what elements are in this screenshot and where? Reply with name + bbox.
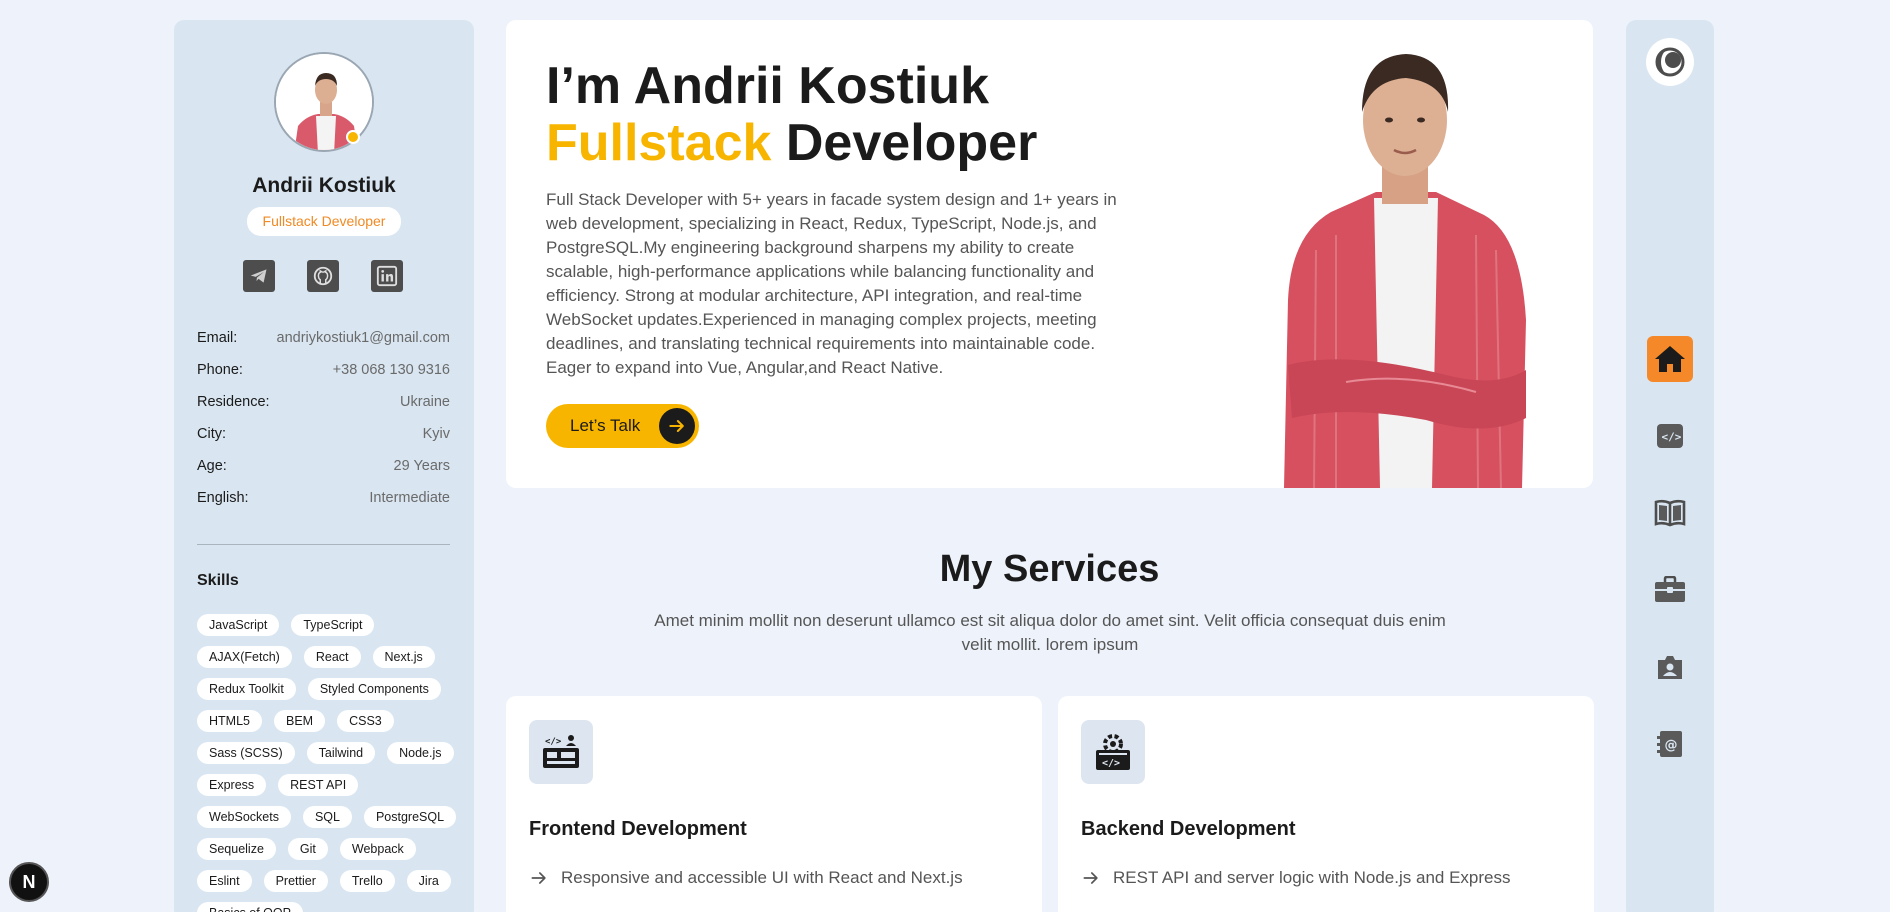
profile-card: Andrii Kostiuk Fullstack Developer Email… bbox=[174, 20, 474, 912]
arrow-right-icon bbox=[659, 408, 695, 444]
info-label: Residence: bbox=[197, 394, 270, 410]
service-point: REST API and server logic with Node.js a… bbox=[1081, 868, 1510, 888]
hero-section: I’m Andrii Kostiuk Fullstack Developer F… bbox=[506, 20, 1593, 488]
skill-chip: Prettier bbox=[263, 870, 328, 892]
github-icon[interactable] bbox=[307, 260, 339, 292]
info-row-email: Email: andriykostiuk1@gmail.com bbox=[197, 330, 450, 362]
skill-chip: BEM bbox=[273, 710, 326, 732]
arrow-right-icon bbox=[531, 872, 546, 884]
telegram-icon[interactable] bbox=[243, 260, 275, 292]
skill-chip: Express bbox=[197, 774, 267, 796]
skill-chip: CSS3 bbox=[337, 710, 394, 732]
online-status-dot bbox=[346, 130, 360, 144]
book-icon[interactable] bbox=[1647, 490, 1693, 536]
skill-chip: SQL bbox=[302, 806, 352, 828]
linkedin-icon[interactable] bbox=[371, 260, 403, 292]
skill-chip: REST API bbox=[278, 774, 359, 796]
briefcase-icon[interactable] bbox=[1647, 567, 1693, 613]
hero-title-accent: Fullstack bbox=[546, 114, 772, 172]
skill-chip: Node.js bbox=[387, 742, 454, 764]
info-row-city: City: Kyiv bbox=[197, 426, 450, 458]
service-card-frontend: </> Frontend Development Responsive and … bbox=[506, 696, 1042, 912]
skill-chip: Sequelize bbox=[197, 838, 276, 860]
info-value: Ukraine bbox=[400, 394, 450, 410]
skill-chip: Styled Components bbox=[307, 678, 441, 700]
home-icon[interactable] bbox=[1647, 336, 1693, 382]
info-row-english: English: Intermediate bbox=[197, 490, 450, 522]
lets-talk-button[interactable]: Let’s Talk bbox=[546, 404, 699, 448]
skills-heading: Skills bbox=[197, 572, 239, 589]
skill-chip: Git bbox=[287, 838, 328, 860]
skills-list: JavaScript TypeScript AJAX(Fetch) React … bbox=[197, 614, 459, 912]
info-value: 29 Years bbox=[393, 458, 450, 474]
skill-chip: Eslint bbox=[197, 870, 252, 892]
lets-talk-label: Let’s Talk bbox=[570, 416, 641, 435]
service-card-backend: </> Backend Development REST API and ser… bbox=[1058, 696, 1594, 912]
info-row-phone: Phone: +38 068 130 9316 bbox=[197, 362, 450, 394]
svg-text:</>: </> bbox=[1662, 431, 1682, 444]
service-name: Frontend Development bbox=[529, 818, 747, 840]
info-value: Kyiv bbox=[422, 426, 450, 442]
profile-name: Andrii Kostiuk bbox=[252, 174, 396, 197]
skill-chip: Sass (SCSS) bbox=[197, 742, 295, 764]
info-row-age: Age: 29 Years bbox=[197, 458, 450, 490]
hero-title-line1: I’m Andrii Kostiuk bbox=[546, 57, 989, 115]
service-point: Responsive and accessible UI with React … bbox=[529, 868, 963, 888]
skill-chip: React bbox=[303, 646, 361, 668]
skill-chip: Jira bbox=[406, 870, 451, 892]
svg-text:@: @ bbox=[1665, 738, 1678, 753]
services-title: My Services bbox=[939, 548, 1160, 590]
skill-chip: AJAX(Fetch) bbox=[197, 646, 292, 668]
svg-text:</>: </> bbox=[545, 737, 562, 747]
skill-chip: Basics of OOP bbox=[197, 902, 303, 912]
info-value: +38 068 130 9316 bbox=[332, 362, 450, 378]
skill-chip: WebSockets bbox=[197, 806, 291, 828]
portfolio-icon[interactable] bbox=[1647, 644, 1693, 690]
skill-chip: PostgreSQL bbox=[363, 806, 457, 828]
info-label: City: bbox=[197, 426, 226, 442]
hero-title: I’m Andrii Kostiuk Fullstack Developer bbox=[546, 58, 1037, 172]
hero-title-rest: Developer bbox=[785, 114, 1038, 172]
info-label: English: bbox=[197, 490, 249, 506]
side-nav: </> @ bbox=[1626, 20, 1714, 912]
hero-description: Full Stack Developer with 5+ years in fa… bbox=[546, 190, 1117, 377]
code-icon[interactable]: </> bbox=[1647, 413, 1693, 459]
divider bbox=[197, 544, 450, 545]
info-label: Email: bbox=[197, 330, 238, 346]
skill-chip: Trello bbox=[339, 870, 395, 892]
service-name: Backend Development bbox=[1081, 818, 1296, 840]
profile-role-badge: Fullstack Developer bbox=[247, 207, 401, 236]
theme-toggle-icon[interactable] bbox=[1646, 38, 1694, 86]
info-value: Intermediate bbox=[369, 490, 450, 506]
hero-portrait bbox=[1196, 20, 1593, 488]
skill-chip: Webpack bbox=[339, 838, 416, 860]
frontend-dev-icon: </> bbox=[529, 720, 593, 784]
skill-chip: JavaScript bbox=[197, 614, 280, 636]
social-links bbox=[243, 260, 403, 292]
skill-chip: HTML5 bbox=[197, 710, 262, 732]
info-label: Age: bbox=[197, 458, 227, 474]
nextjs-dev-badge[interactable]: N bbox=[9, 862, 49, 902]
info-row-residence: Residence: Ukraine bbox=[197, 394, 450, 426]
service-point-text: REST API and server logic with Node.js a… bbox=[1113, 868, 1511, 887]
skill-chip: Tailwind bbox=[306, 742, 376, 764]
skill-chip: Redux Toolkit bbox=[197, 678, 296, 700]
backend-dev-icon: </> bbox=[1081, 720, 1145, 784]
info-label: Phone: bbox=[197, 362, 243, 378]
contact-icon[interactable]: @ bbox=[1647, 721, 1693, 767]
svg-text:</>: </> bbox=[1102, 758, 1120, 769]
skill-chip: Next.js bbox=[372, 646, 435, 668]
service-point-text: Responsive and accessible UI with React … bbox=[561, 868, 963, 887]
services-subtitle: Amet minim mollit non deserunt ullamco e… bbox=[654, 611, 1446, 654]
info-value: andriykostiuk1@gmail.com bbox=[276, 330, 450, 346]
contact-info: Email: andriykostiuk1@gmail.com Phone: +38… bbox=[197, 330, 450, 522]
skill-chip: TypeScript bbox=[291, 614, 375, 636]
arrow-right-icon bbox=[1083, 872, 1098, 884]
